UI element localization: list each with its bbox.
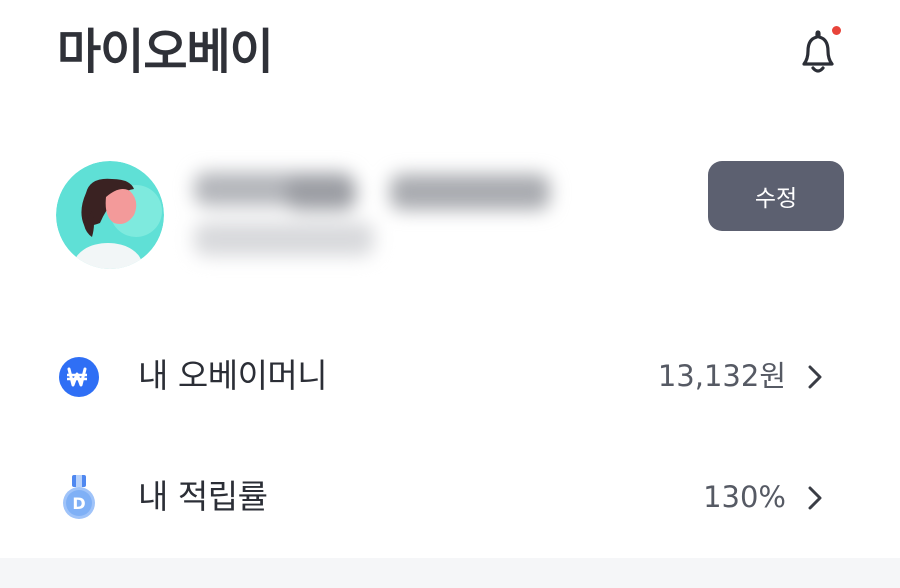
redacted-profile-info	[176, 158, 586, 278]
notification-button[interactable]	[790, 24, 846, 80]
avatar[interactable]	[56, 161, 164, 269]
section-divider	[0, 558, 900, 588]
reward-rate-value: 130%	[703, 480, 786, 514]
menu-row-obay-money[interactable]: 내 오베이머니 13,132원	[0, 331, 900, 421]
obay-money-value: 13,132원	[657, 359, 786, 393]
menu-row-label: 내 오베이머니	[138, 356, 328, 395]
won-coin-icon	[59, 357, 99, 397]
svg-text:D: D	[72, 494, 85, 513]
medal-d-icon: D	[63, 475, 95, 519]
chevron-right-icon	[808, 365, 822, 389]
menu-row-reward-rate[interactable]: D 내 적립률 130%	[0, 452, 900, 542]
profile-section: 수정	[0, 150, 900, 280]
menu-row-label: 내 적립률	[138, 477, 268, 516]
unread-dot	[832, 26, 841, 35]
page-title: 마이오베이	[57, 24, 274, 80]
edit-profile-button[interactable]: 수정	[708, 161, 844, 231]
chevron-right-icon	[808, 486, 822, 510]
